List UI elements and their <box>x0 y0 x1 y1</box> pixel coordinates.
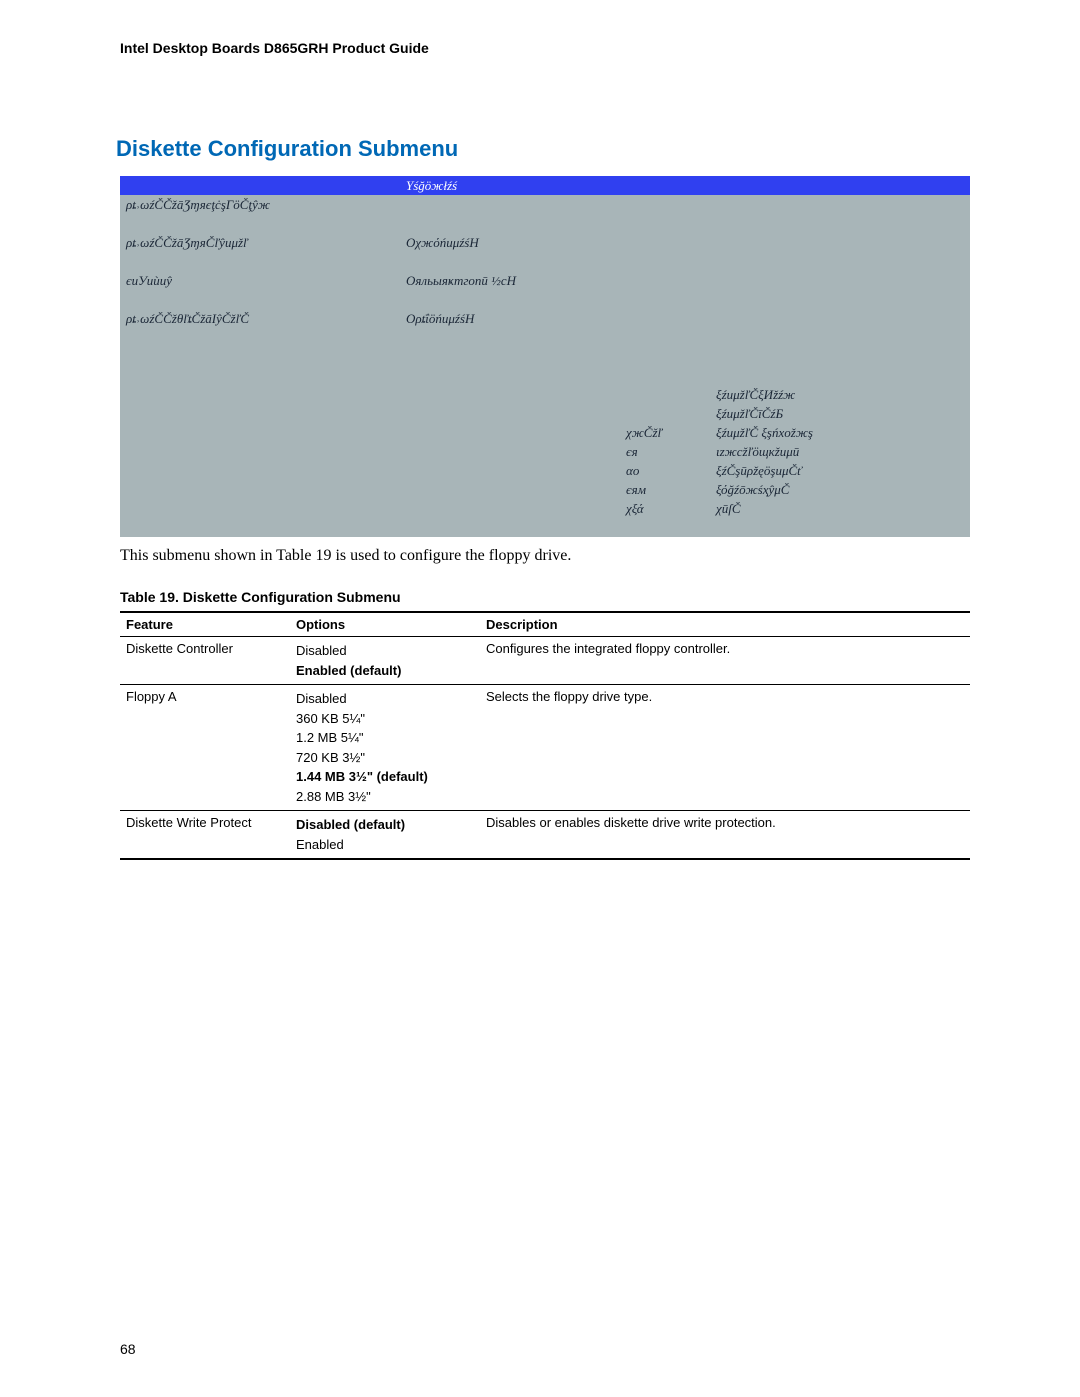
bios-header-row: Yśğöжłźś <box>120 176 970 195</box>
option-value: 1.2 MB 5¼" <box>296 728 474 748</box>
option-value: 2.88 MB 3½" <box>296 787 474 807</box>
col-description: Description <box>480 612 970 637</box>
option-value: 720 KB 3½" <box>296 748 474 768</box>
col-options: Options <box>290 612 480 637</box>
page-number: 68 <box>120 1341 136 1357</box>
cell-description: Disables or enables diskette drive write… <box>480 811 970 860</box>
bios-row <box>120 518 970 537</box>
cell-description: Configures the integrated floppy control… <box>480 637 970 685</box>
cell-feature: Diskette Write Protect <box>120 811 290 860</box>
bios-row: ξźиμžľČīČźБ <box>120 404 970 423</box>
option-value: 1.44 MB 3½" (default) <box>296 767 474 787</box>
table-title: Table 19. Diskette Configuration Submenu <box>120 589 970 605</box>
cell-description: Selects the floppy drive type. <box>480 685 970 811</box>
table-row: Diskette ControllerDisabledEnabled (defa… <box>120 637 970 685</box>
bios-row: ρȶ˒ωźČČžāƷɱяČľŷиμžľОχжόńиμźśH <box>120 233 970 252</box>
table-row: Floppy ADisabled360 KB 5¼"1.2 MB 5¼"720 … <box>120 685 970 811</box>
option-value: Disabled <box>296 641 474 661</box>
config-table: Feature Options Description Diskette Con… <box>120 611 970 860</box>
bios-row: єямξόğźōжśҳŷμČ <box>120 480 970 499</box>
bios-row: єиУиùиŷОяльыяҝтгопū ½cH <box>120 271 970 290</box>
bios-row <box>120 328 970 347</box>
bios-row: єяιzжcžľöщкžиμū <box>120 442 970 461</box>
option-value: Enabled (default) <box>296 661 474 681</box>
bios-row: χжČžľξźиμžľČ ξşńxоžжş <box>120 423 970 442</box>
cell-options: DisabledEnabled (default) <box>290 637 480 685</box>
cell-options: Disabled (default)Enabled <box>290 811 480 860</box>
bios-row <box>120 290 970 309</box>
bios-screenshot-table: Yśğöжłźśρȶ˒ωźČČžāƷɱяєţċşГöČţŷж ρȶ˒ωźČČžāƷ… <box>120 176 970 537</box>
bios-row <box>120 214 970 233</box>
cell-options: Disabled360 KB 5¼"1.2 MB 5¼"720 KB 3½"1.… <box>290 685 480 811</box>
bios-row: χξάχūſČ <box>120 499 970 518</box>
bios-row <box>120 366 970 385</box>
bios-row: αоξźČşūρžęöşиμČť <box>120 461 970 480</box>
section-title: Diskette Configuration Submenu <box>116 136 970 162</box>
bios-row <box>120 252 970 271</box>
bios-row: ρȶ˒ωźČČžθľȶČžāΙŷČžľČОρȶΐöńиμźśH <box>120 309 970 328</box>
cell-feature: Floppy A <box>120 685 290 811</box>
option-value: Disabled <box>296 689 474 709</box>
document-header: Intel Desktop Boards D865GRH Product Gui… <box>120 40 970 56</box>
cell-feature: Diskette Controller <box>120 637 290 685</box>
bios-row: ρȶ˒ωźČČžāƷɱяєţċşГöČţŷж <box>120 195 970 214</box>
col-feature: Feature <box>120 612 290 637</box>
table-row: Diskette Write ProtectDisabled (default)… <box>120 811 970 860</box>
option-value: Enabled <box>296 835 474 855</box>
bios-row: ξźиμžľČξИžźж <box>120 385 970 404</box>
option-value: 360 KB 5¼" <box>296 709 474 729</box>
caption-paragraph: This submenu shown in Table 19 is used t… <box>120 547 970 565</box>
bios-row <box>120 347 970 366</box>
option-value: Disabled (default) <box>296 815 474 835</box>
